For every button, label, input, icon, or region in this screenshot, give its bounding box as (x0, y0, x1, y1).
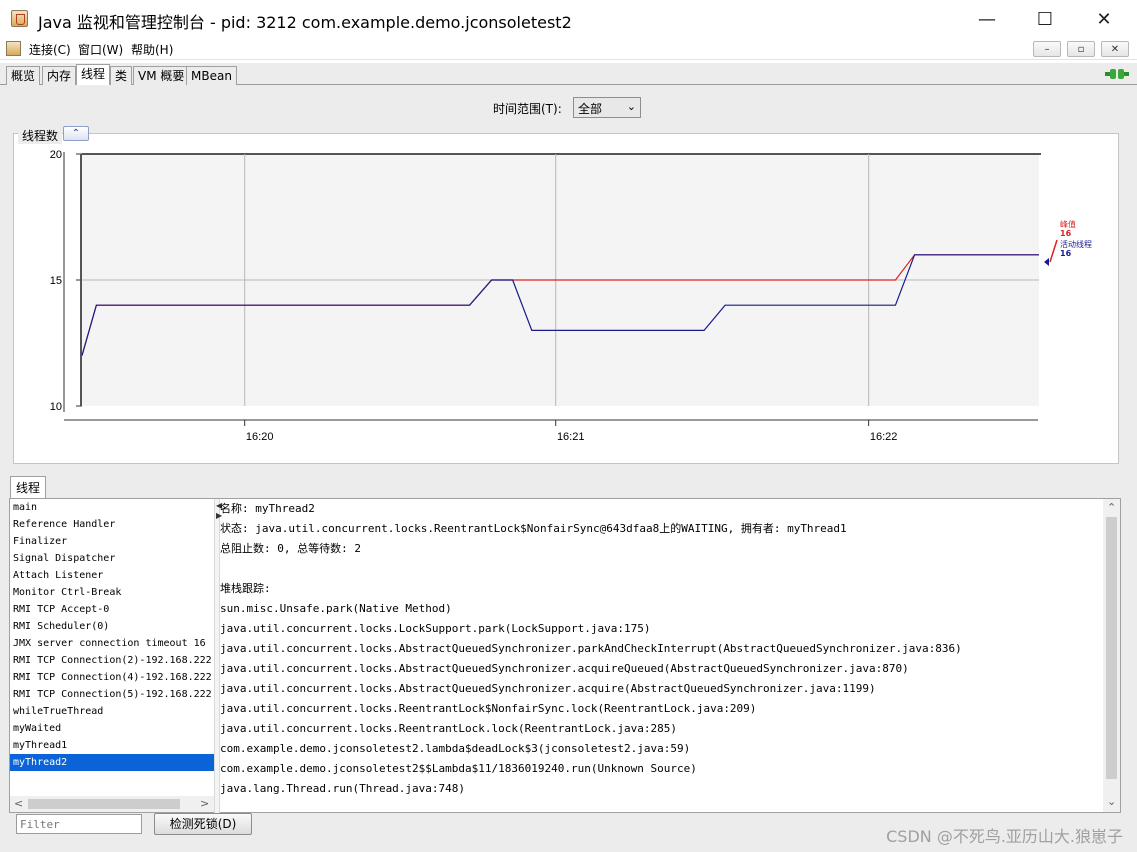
detail-line: java.util.concurrent.locks.AbstractQueue… (220, 642, 962, 655)
java-cup-icon (11, 10, 28, 27)
window-title: Java 监视和管理控制台 - pid: 3212 com.example.de… (38, 13, 572, 32)
menu-bar: 连接(C) 窗口(W) 帮助(H) – ▫ ✕ (0, 38, 1137, 60)
legend-name: 峰值 (1060, 219, 1076, 229)
inner-close-button[interactable]: ✕ (1101, 41, 1129, 57)
thread-list-item[interactable]: myThread1 (10, 737, 214, 754)
threads-content: 时间范围(T): 全部 ⌄ 10 15 20 16:20 16:21 16:22 峰值 16 活… (0, 85, 1137, 852)
connection-status-icon (1105, 69, 1129, 79)
menu-help[interactable]: 帮助(H) (131, 41, 173, 58)
thread-list-item[interactable]: RMI Scheduler(0) (10, 618, 214, 635)
y-tick-label: 10 (50, 401, 62, 413)
detail-line: 堆栈跟踪: (220, 582, 271, 595)
thread-list-item[interactable]: Finalizer (10, 533, 214, 550)
thread-list-item[interactable]: RMI TCP Accept-0 (10, 601, 214, 618)
chart-title: 线程数 (18, 127, 63, 144)
thread-count-chart-panel: 10 15 20 16:20 16:21 16:22 峰值 16 活动线程 16 (13, 133, 1119, 464)
maximize-button[interactable]: ☐ (1016, 0, 1074, 38)
thread-list-item[interactable]: RMI TCP Connection(5)-192.168.222 (10, 686, 214, 703)
tab-vm-summary[interactable]: VM 概要 (133, 66, 190, 85)
detail-vscrollbar[interactable]: ⌃ ⌄ (1103, 499, 1120, 812)
thread-list-item[interactable]: Attach Listener (10, 567, 214, 584)
detail-line: java.util.concurrent.locks.LockSupport.p… (220, 622, 651, 635)
thread-list-item[interactable]: Signal Dispatcher (10, 550, 214, 567)
tab-threads[interactable]: 线程 (76, 64, 111, 86)
thread-list-item[interactable]: JMX server connection timeout 16 (10, 635, 214, 652)
y-tick-label: 15 (50, 275, 62, 287)
chevron-left-icon[interactable]: < (14, 797, 23, 810)
thread-list-hscrollbar[interactable]: < > (10, 796, 214, 812)
thread-list-item[interactable]: Reference Handler (10, 516, 214, 533)
y-tick-label: 20 (50, 149, 62, 161)
thread-list-item[interactable]: myThread2 (10, 754, 214, 771)
chevron-down-icon[interactable]: ⌄ (1107, 795, 1116, 808)
thread-list-item[interactable]: RMI TCP Connection(2)-192.168.222 (10, 652, 214, 669)
inner-restore-button[interactable]: ▫ (1067, 41, 1095, 57)
detail-line: sun.misc.Unsafe.park(Native Method) (220, 602, 452, 615)
menu-window[interactable]: 窗口(W) (78, 41, 123, 58)
thread-filter-input[interactable] (16, 814, 142, 834)
x-tick-label: 16:22 (870, 431, 898, 443)
detail-line: java.util.concurrent.locks.AbstractQueue… (220, 662, 909, 675)
tab-overview[interactable]: 概览 (6, 66, 41, 85)
detail-line: com.example.demo.jconsoletest2.lambda$de… (220, 742, 691, 755)
chevron-up-icon[interactable]: ⌃ (1107, 501, 1116, 514)
java-cup-icon[interactable] (6, 41, 21, 56)
menu-connection[interactable]: 连接(C) (29, 41, 71, 58)
detail-line: java.lang.Thread.run(Thread.java:748) (220, 782, 466, 795)
detail-line: 状态: java.util.concurrent.locks.Reentrant… (220, 522, 847, 535)
double-chevron-up-icon[interactable]: ⌃ (63, 126, 89, 141)
minimize-button[interactable]: — (958, 0, 1016, 38)
detail-line: 名称: myThread2 (220, 502, 315, 515)
tab-memory[interactable]: 内存 (42, 66, 77, 85)
thread-detail-text[interactable]: 名称: myThread2 状态: java.util.concurrent.lo… (220, 499, 1104, 812)
chevron-down-icon: ⌄ (626, 100, 636, 113)
detail-line: com.example.demo.jconsoletest2$$Lambda$1… (220, 762, 697, 775)
legend-value: 16 (1060, 249, 1072, 258)
time-range-select[interactable]: 全部 ⌄ (573, 97, 641, 118)
legend-connector (1049, 239, 1058, 263)
time-range-label: 时间范围(T): (493, 102, 562, 116)
detail-line: 总阻止数: 0, 总等待数: 2 (220, 542, 361, 555)
detail-line: java.util.concurrent.locks.ReentrantLock… (220, 722, 677, 735)
legend-value: 16 (1060, 229, 1072, 238)
chevron-right-icon[interactable]: > (200, 797, 209, 810)
title-bar: Java 监视和管理控制台 - pid: 3212 com.example.de… (0, 0, 1137, 38)
legend-marker-icon (1044, 258, 1049, 266)
main-tabs: 概览 内存 线程 类 VM 概要 MBean (0, 63, 1137, 86)
legend-name: 活动线程 (1060, 239, 1092, 249)
detail-line: java.util.concurrent.locks.AbstractQueue… (220, 682, 876, 695)
detect-deadlock-button[interactable]: 检测死锁(D) (154, 813, 252, 835)
scroll-thumb[interactable] (28, 799, 180, 809)
thread-list-item[interactable]: Monitor Ctrl-Break (10, 584, 214, 601)
thread-list[interactable]: main Reference Handler Finalizer Signal Dis… (10, 499, 214, 795)
thread-list-item[interactable]: myWaited (10, 720, 214, 737)
scroll-thumb[interactable] (1106, 517, 1117, 779)
close-button[interactable]: ✕ (1075, 0, 1133, 38)
thread-list-item[interactable]: main (10, 499, 214, 516)
thread-list-item[interactable]: whileTrueThread (10, 703, 214, 720)
watermark: CSDN @不死鸟.亚历山大.狼崽子 (886, 827, 1123, 846)
detail-line (220, 559, 1104, 579)
thread-list-item[interactable]: RMI TCP Connection(4)-192.168.222 (10, 669, 214, 686)
thread-count-chart: 10152016:20 16:21 16:22峰值16活动线程16 (50, 149, 1092, 443)
tab-classes[interactable]: 类 (110, 66, 133, 85)
inner-minimize-button[interactable]: – (1033, 41, 1061, 57)
tab-mbean[interactable]: MBean (186, 66, 237, 85)
tab-thread-list[interactable]: 线程 (10, 476, 47, 499)
detail-line: java.util.concurrent.locks.ReentrantLock… (220, 702, 757, 715)
thread-panel: main Reference Handler Finalizer Signal Dis… (9, 498, 1121, 814)
x-tick-label: 16:20 (246, 431, 274, 443)
time-range-value: 全部 (578, 102, 603, 116)
x-tick-label: 16:21 (557, 431, 585, 443)
